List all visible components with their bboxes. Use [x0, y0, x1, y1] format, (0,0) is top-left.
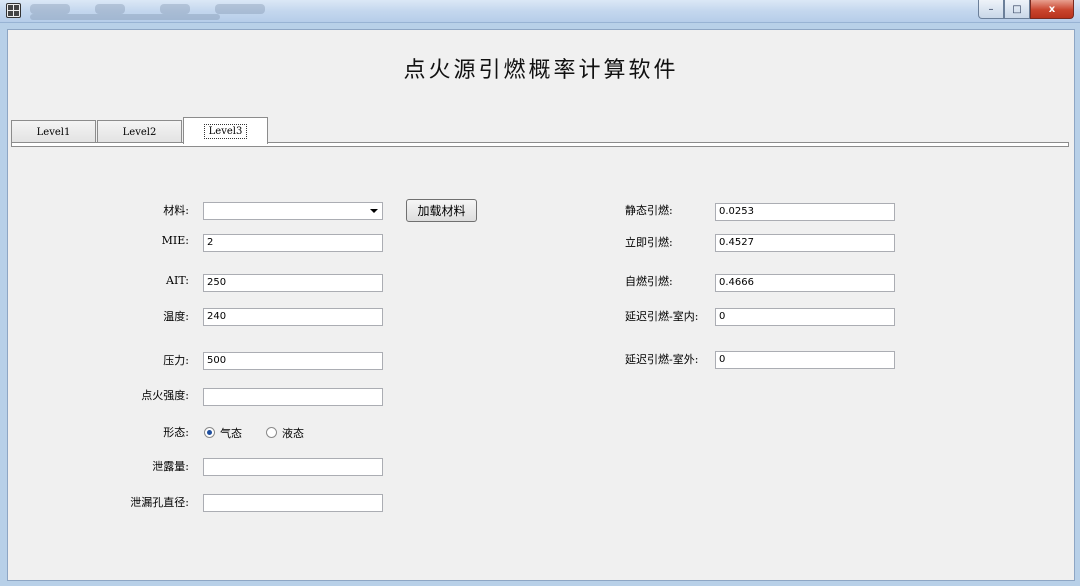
window-controls: – □ x — [978, 0, 1074, 19]
blurred-title-fragment — [30, 4, 70, 14]
window-client-area: 点火源引燃概率计算软件 Level1 Level2 Level3 材料: 加载材… — [7, 29, 1075, 581]
ignition-strength-input[interactable] — [203, 388, 383, 406]
temperature-label: 温度: — [163, 310, 189, 323]
leak-diameter-label: 泄漏孔直径: — [130, 496, 189, 509]
leak-amount-label: 泄露量: — [152, 460, 189, 473]
chevron-down-icon[interactable] — [370, 209, 378, 213]
app-grid-icon[interactable] — [6, 3, 21, 18]
auto-ignition-label: 自燃引燃: — [625, 275, 673, 288]
material-select[interactable] — [203, 202, 383, 220]
delayed-indoor-label: 延迟引燃-室内: — [625, 310, 699, 323]
static-ignition-label: 静态引燃: — [625, 204, 673, 217]
immediate-ignition-label: 立即引燃: — [625, 236, 673, 249]
load-material-button[interactable]: 加载材料 — [406, 199, 477, 222]
material-label: 材料: — [163, 204, 189, 217]
tab-label: Level3 — [203, 123, 248, 139]
auto-ignition-output[interactable]: 0.4666 — [715, 274, 895, 292]
app-title: 点火源引燃概率计算软件 — [403, 58, 679, 83]
delayed-indoor-output[interactable]: 0 — [715, 308, 895, 326]
tab-level1[interactable]: Level1 — [11, 120, 96, 143]
tab-panel-border — [11, 142, 1069, 147]
state-radio-gas[interactable] — [204, 427, 215, 438]
minimize-button[interactable]: – — [978, 0, 1004, 19]
window-titlebar[interactable]: – □ x — [0, 0, 1080, 23]
state-label: 形态: — [163, 426, 189, 439]
static-ignition-output[interactable]: 0.0253 — [715, 203, 895, 221]
ait-label: AIT: — [166, 274, 189, 287]
ait-input[interactable]: 250 — [203, 274, 383, 292]
tab-level2[interactable]: Level2 — [97, 120, 182, 143]
delayed-outdoor-output[interactable]: 0 — [715, 351, 895, 369]
delayed-outdoor-label: 延迟引燃-室外: — [625, 353, 699, 366]
mie-label: MIE: — [161, 234, 189, 247]
immediate-ignition-output[interactable]: 0.4527 — [715, 234, 895, 252]
blurred-title-fragment — [215, 4, 265, 14]
blurred-title-fragment — [30, 14, 220, 20]
state-option-gas-label: 气态 — [220, 427, 242, 440]
close-button[interactable]: x — [1030, 0, 1074, 19]
pressure-input[interactable]: 500 — [203, 352, 383, 370]
temperature-input[interactable]: 240 — [203, 308, 383, 326]
tab-label: Level1 — [36, 126, 71, 138]
pressure-label: 压力: — [163, 354, 189, 367]
ignition-strength-label: 点火强度: — [141, 389, 189, 402]
maximize-button[interactable]: □ — [1004, 0, 1030, 19]
state-option-liquid-label: 液态 — [282, 427, 304, 440]
state-radio-liquid[interactable] — [266, 427, 277, 438]
tab-label: Level2 — [122, 126, 157, 138]
tab-level3[interactable]: Level3 — [183, 117, 268, 144]
leak-diameter-input[interactable] — [203, 494, 383, 512]
mie-input[interactable]: 2 — [203, 234, 383, 252]
blurred-title-fragment — [160, 4, 190, 14]
leak-amount-input[interactable] — [203, 458, 383, 476]
blurred-title-fragment — [95, 4, 125, 14]
